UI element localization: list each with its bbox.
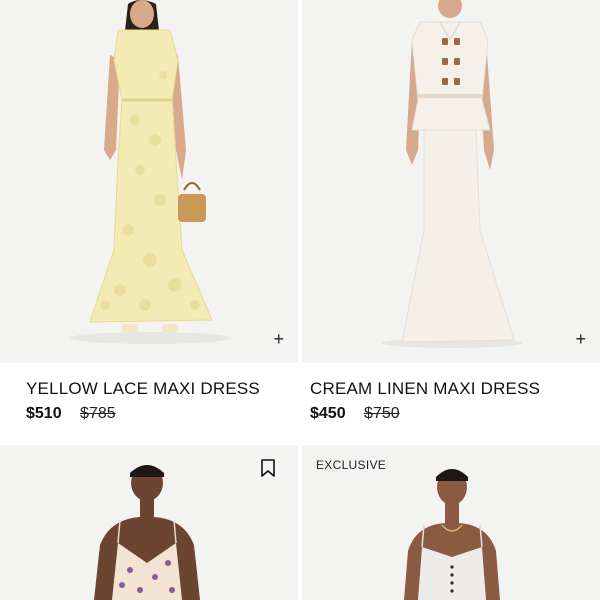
add-to-bag-icon[interactable]: + [575, 330, 586, 348]
product-image[interactable]: EXCLUSIVE [302, 445, 600, 600]
model-illustration [0, 445, 298, 600]
model-illustration [302, 0, 600, 363]
product-prices: $510 $785 [26, 405, 116, 423]
sale-price: $450 [310, 405, 346, 422]
model-illustration [0, 0, 298, 363]
product-grid: + YELLOW LACE MAXI DRESS $510 $785 + CRE… [0, 0, 600, 600]
sale-price: $510 [26, 405, 62, 422]
bookmark-icon[interactable] [260, 459, 276, 477]
original-price: $750 [364, 405, 400, 422]
product-name[interactable]: CREAM LINEN MAXI DRESS [310, 379, 540, 399]
product-image[interactable]: + [0, 0, 298, 363]
product-prices: $450 $750 [310, 405, 400, 423]
product-image[interactable]: + [302, 0, 600, 363]
product-info: YELLOW LACE MAXI DRESS $510 $785 [0, 363, 298, 445]
add-to-bag-icon[interactable]: + [273, 330, 284, 348]
product-image[interactable] [0, 445, 298, 600]
exclusive-badge: EXCLUSIVE [316, 458, 387, 472]
product-info: CREAM LINEN MAXI DRESS $450 $750 [302, 363, 600, 445]
product-name[interactable]: YELLOW LACE MAXI DRESS [26, 379, 260, 399]
original-price: $785 [80, 405, 116, 422]
